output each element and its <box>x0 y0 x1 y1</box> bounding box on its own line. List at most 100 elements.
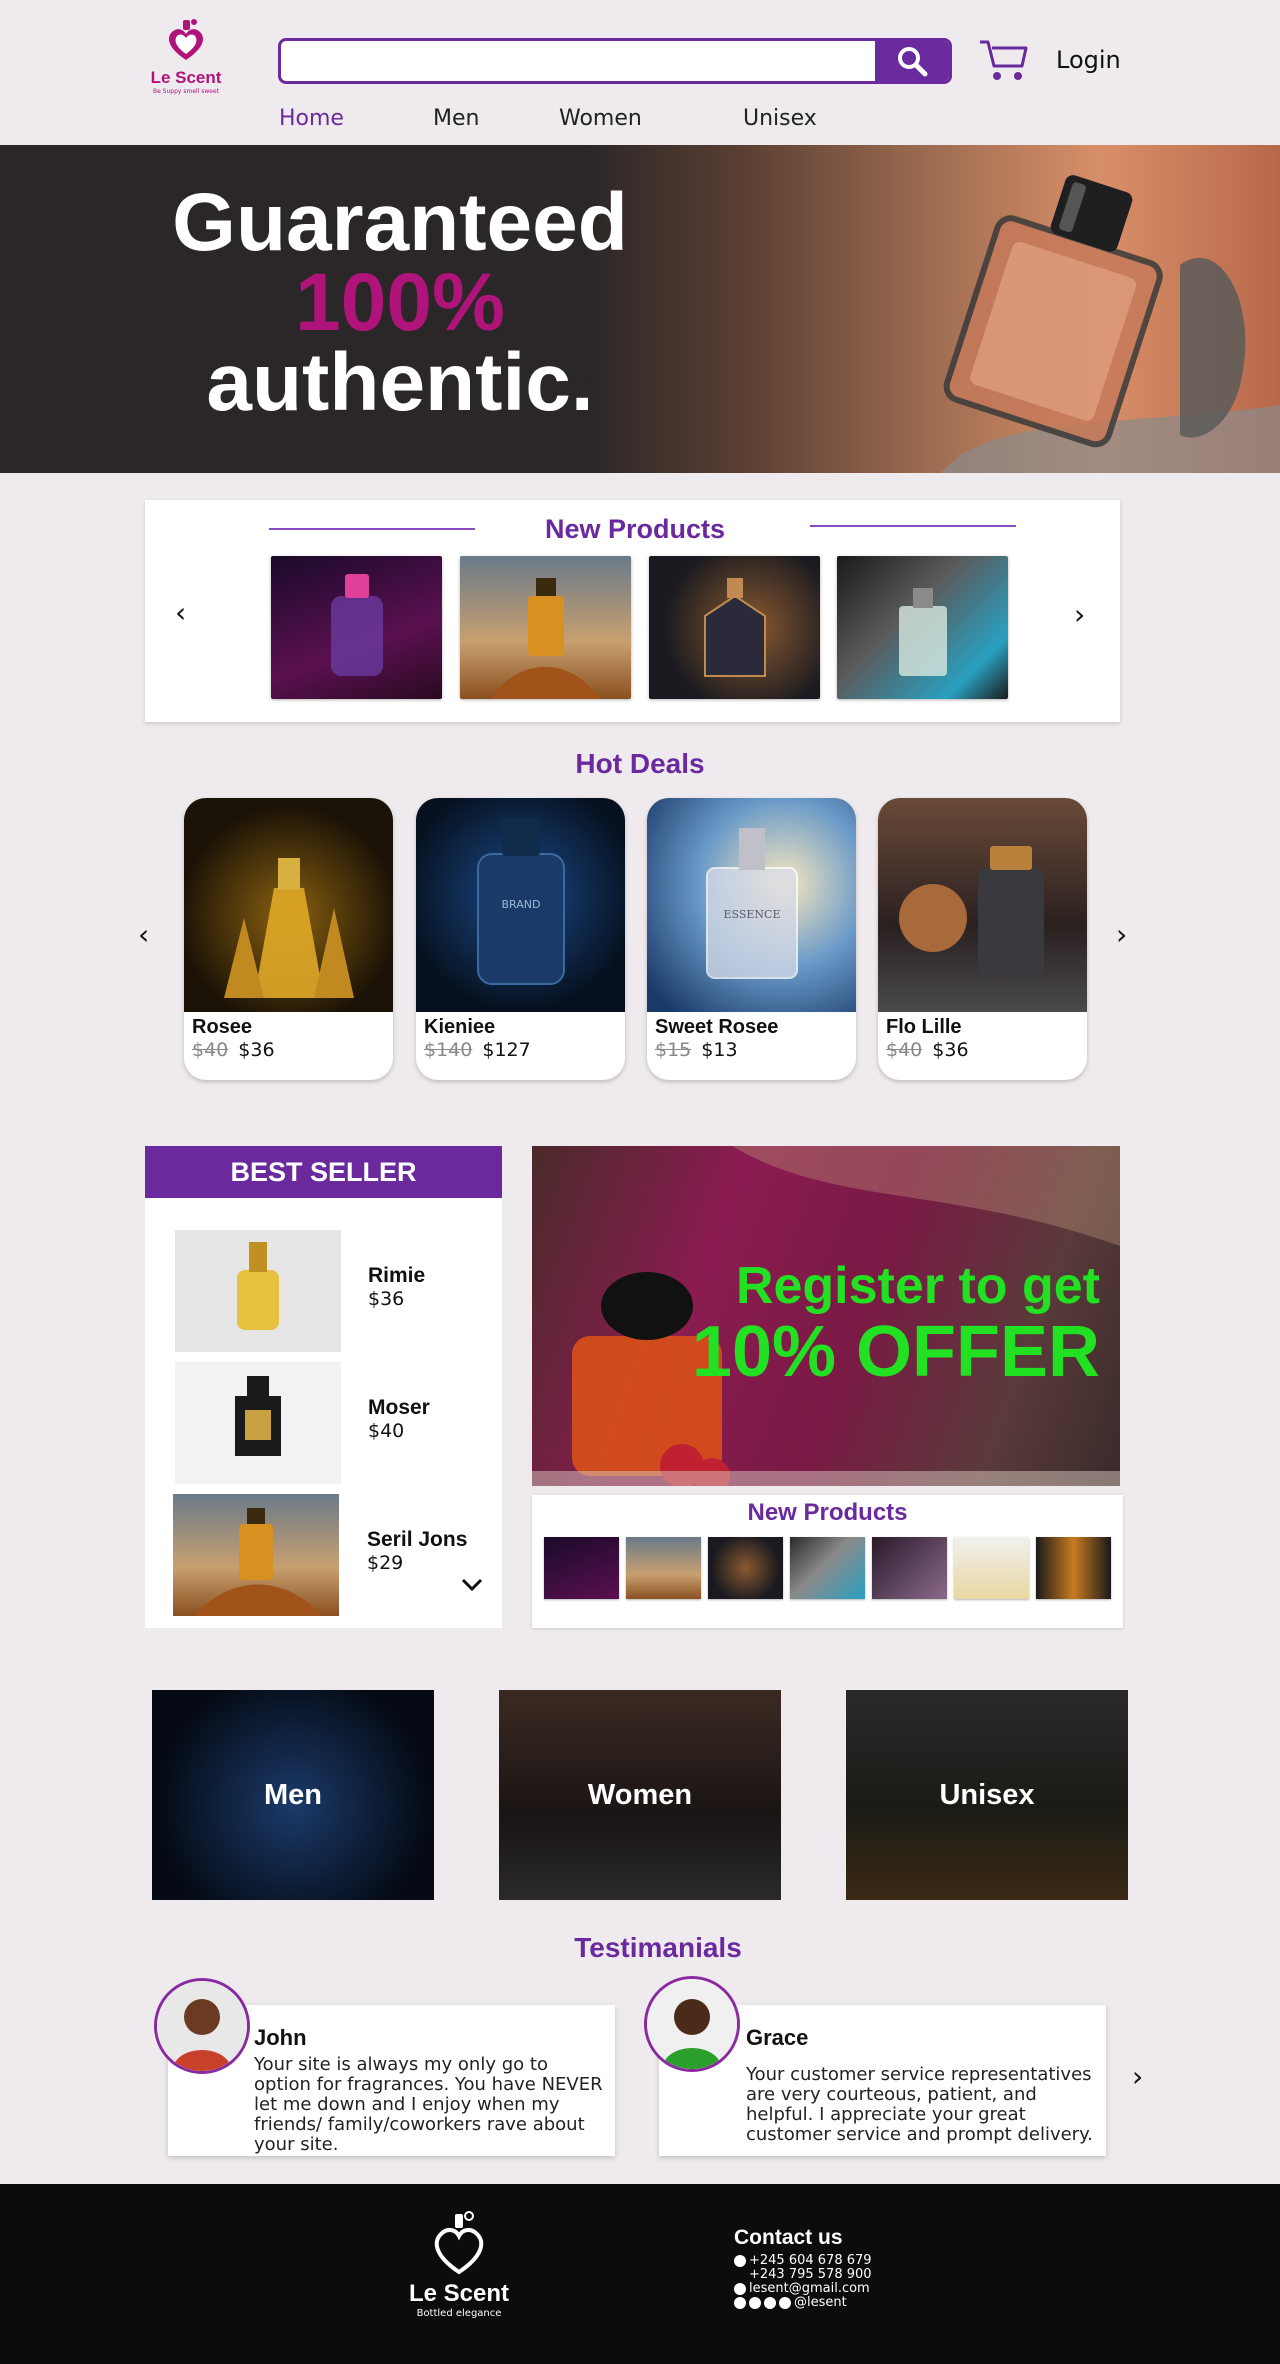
new-product-thumb[interactable] <box>271 556 442 699</box>
testimonial-text: Your site is always my only go to option… <box>254 2054 603 2155</box>
new-products-carousel: New Products ‹ › <box>145 500 1120 722</box>
email-icon <box>734 2283 746 2295</box>
footer-logo[interactable]: Le Scent Bottled elegance <box>404 2208 514 2319</box>
avatar <box>644 1976 740 2072</box>
new-product-thumb[interactable] <box>649 556 820 699</box>
deal-image: ESSENCE <box>647 798 856 1012</box>
category-women[interactable]: Women <box>499 1690 781 1900</box>
search-button[interactable] <box>875 41 949 81</box>
perfume-image <box>490 578 600 699</box>
strip-product-thumb[interactable] <box>708 1537 783 1599</box>
deal-card[interactable]: ESSENCE Sweet Rosee $15 $13 <box>647 798 856 1080</box>
perfume-image <box>899 588 947 676</box>
strip-product-thumb[interactable] <box>954 1537 1029 1599</box>
deal-image <box>184 798 393 1012</box>
category-women-label: Women <box>587 1778 693 1811</box>
new-products-strip-title: New Products <box>747 1499 908 1526</box>
category-unisex-label: Unisex <box>939 1778 1035 1811</box>
chevron-down-icon[interactable] <box>461 1578 483 1592</box>
hero-banner[interactable]: Guaranteed 100% authentic. <box>0 145 1280 473</box>
facebook-icon[interactable] <box>764 2297 776 2309</box>
category-men[interactable]: Men <box>152 1690 434 1900</box>
deal-new-price: $13 <box>701 1039 738 1061</box>
hot-deals-prev-button[interactable]: ‹ <box>138 918 149 951</box>
promo-text: Register to get 10% OFFER <box>692 1256 1100 1388</box>
deal-new-price: $36 <box>932 1039 969 1061</box>
hot-deals-title: Hot Deals <box>575 748 705 779</box>
login-link[interactable]: Login <box>1056 46 1121 74</box>
hot-deals-next-button[interactable]: › <box>1116 918 1127 951</box>
svg-text:BRAND: BRAND <box>502 898 541 911</box>
deal-old-price: $40 <box>192 1039 229 1061</box>
nav-home[interactable]: Home <box>279 106 344 131</box>
deal-card[interactable]: Rosee $40 $36 <box>184 798 393 1080</box>
new-products-strip: New Products <box>532 1495 1123 1628</box>
new-product-thumb[interactable] <box>837 556 1008 699</box>
search-bar <box>278 38 952 84</box>
cart-button[interactable] <box>978 36 1030 84</box>
deal-card[interactable]: Flo Lille $40 $36 <box>878 798 1087 1080</box>
new-products-title: New Products <box>544 514 726 544</box>
twitter-icon[interactable] <box>749 2297 761 2309</box>
contact-email[interactable]: lesent@gmail.com <box>734 2282 872 2296</box>
cart-icon <box>980 40 1028 80</box>
instagram-icon[interactable] <box>734 2297 746 2309</box>
footer: Le Scent Bottled elegance Contact us +24… <box>0 2184 1280 2364</box>
avatar <box>154 1978 250 2074</box>
deal-image <box>878 798 1087 1012</box>
category-unisex[interactable]: Unisex <box>846 1690 1128 1900</box>
register-promo-banner[interactable]: Register to get 10% OFFER <box>532 1146 1120 1486</box>
hero-line-2: 100% <box>295 257 505 348</box>
carousel-next-button[interactable]: › <box>1074 598 1085 631</box>
best-seller-name[interactable]: Seril Jons <box>367 1528 467 1552</box>
brand-name: Le Scent <box>150 68 222 87</box>
strip-product-thumb[interactable] <box>1036 1537 1111 1599</box>
testimonial-text: Your customer service representatives ar… <box>746 2064 1093 2145</box>
deal-card[interactable]: BRAND Kieniee $140 $127 <box>416 798 625 1080</box>
hero-line-3: authentic. <box>206 337 594 428</box>
footer-brand-name: Le Scent <box>408 2280 510 2307</box>
contact-phone-2: +243 795 578 900 <box>734 2268 872 2282</box>
phone-1-text: +245 604 678 679 <box>749 2253 872 2268</box>
strip-product-thumb[interactable] <box>626 1537 701 1599</box>
contact-info: Contact us +245 604 678 679 +243 795 578… <box>734 2226 872 2310</box>
deal-old-price: $15 <box>655 1039 692 1061</box>
carousel-prev-button[interactable]: ‹ <box>175 596 186 629</box>
nav-unisex[interactable]: Unisex <box>743 106 817 131</box>
deal-old-price: $140 <box>424 1039 473 1061</box>
contact-phone-1: +245 604 678 679 <box>734 2254 872 2268</box>
deal-name: Flo Lille <box>886 1016 962 1038</box>
deal-new-price: $36 <box>238 1039 275 1061</box>
testimonial-name: John <box>254 2025 307 2050</box>
testimonials-next-button[interactable]: › <box>1132 2060 1143 2093</box>
strip-product-thumb[interactable] <box>790 1537 865 1599</box>
strip-product-thumb[interactable] <box>544 1537 619 1599</box>
testimonial-name: Grace <box>746 2025 809 2050</box>
contact-title: Contact us <box>734 2226 843 2249</box>
best-seller-image[interactable] <box>175 1230 341 1352</box>
nav-men[interactable]: Men <box>433 106 479 131</box>
linkedin-icon[interactable] <box>779 2297 791 2309</box>
best-seller-name[interactable]: Rimie <box>368 1264 425 1288</box>
nav-women[interactable]: Women <box>559 106 642 131</box>
best-seller-name[interactable]: Moser <box>368 1396 430 1420</box>
heart-bottle-logo-icon <box>434 2211 484 2275</box>
best-seller-image[interactable] <box>173 1494 339 1616</box>
search-input[interactable] <box>281 41 875 81</box>
best-seller-image[interactable] <box>175 1362 341 1484</box>
brand-logo[interactable]: Le Scent Be Suppy smell sweet <box>146 16 226 98</box>
footer-tagline: Bottled elegance <box>416 2308 502 2319</box>
best-seller-price: $36 <box>368 1288 405 1310</box>
title-rule-left <box>269 528 475 530</box>
perfume-bottle-image <box>940 175 1280 473</box>
deal-price: $15 $13 <box>655 1039 856 1061</box>
best-seller-panel: BEST SELLER Rimie $36 Moser $40 Seril Jo… <box>145 1146 502 1628</box>
new-product-thumb[interactable] <box>460 556 631 699</box>
email-text: lesent@gmail.com <box>749 2281 870 2296</box>
brand-tagline: Be Suppy smell sweet <box>152 88 220 95</box>
social-handle-text: @lesent <box>794 2295 847 2310</box>
strip-product-thumb[interactable] <box>872 1537 947 1599</box>
heart-bottle-logo-icon <box>168 19 204 60</box>
contact-social[interactable]: @lesent <box>734 2296 872 2310</box>
perfume-image <box>331 574 383 676</box>
